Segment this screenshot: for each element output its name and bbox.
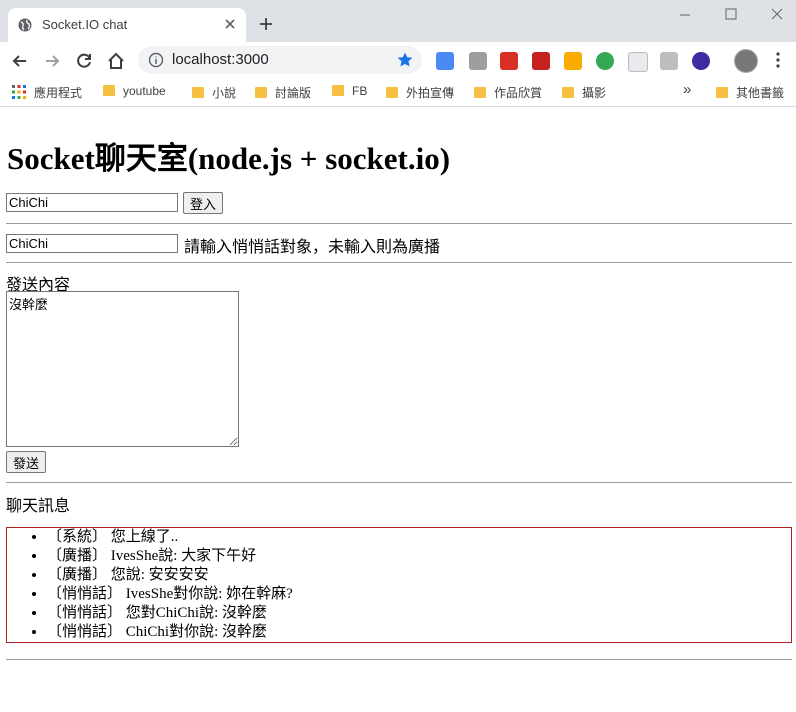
bookmark-works[interactable]: 作品欣賞: [474, 84, 542, 100]
folder-icon: [192, 87, 204, 98]
cast-extension-icon[interactable]: [469, 52, 487, 70]
download-extension-icon[interactable]: [692, 52, 710, 70]
reload-icon[interactable]: [74, 51, 94, 71]
divider: [6, 262, 792, 263]
bookmark-label: 討論版: [275, 86, 312, 100]
image-extension-icon[interactable]: [660, 52, 678, 70]
send-button[interactable]: 發送: [6, 451, 47, 473]
bookmark-label: 作品欣賞: [494, 86, 543, 100]
info-icon[interactable]: [148, 52, 164, 68]
back-icon[interactable]: [10, 51, 30, 71]
chat-message: 〔系統〕 您上線了..: [47, 528, 791, 547]
home-icon[interactable]: [106, 51, 126, 71]
tab-strip: Socket.IO chat: [0, 0, 796, 42]
folder-icon: [386, 87, 398, 98]
url-text: localhost:3000: [172, 51, 269, 68]
bookmark-fb[interactable]: FB: [332, 84, 367, 100]
bookmark-label: youtube: [123, 84, 166, 98]
bookmark-label: 小說: [212, 86, 237, 100]
pocket-extension-icon[interactable]: [628, 52, 648, 72]
folder-icon: [255, 87, 267, 98]
username-input[interactable]: [6, 193, 178, 212]
folder-icon: [562, 87, 574, 98]
bookmark-photo-promo[interactable]: 外拍宣傳: [386, 84, 454, 100]
bookmarks-bar: 應用程式 youtube 小說 討論版 FB 外拍宣傳 作品欣賞 攝影 » 其他…: [0, 78, 796, 107]
divider: [6, 659, 792, 660]
chat-page: Socket聊天室(node.js + socket.io) 登入 請輸入悄悄話…: [0, 107, 796, 712]
folder-icon: [103, 85, 115, 96]
pdf-extension-icon[interactable]: [532, 52, 550, 70]
chat-message: 〔悄悄話〕 您對ChiChi說: 沒幹麼: [47, 604, 791, 623]
whisper-target-input[interactable]: [6, 234, 178, 253]
bookmark-other[interactable]: 其他書籤: [716, 84, 784, 100]
close-window-icon[interactable]: [766, 6, 788, 24]
chat-message: 〔廣播〕 您說: 安安安安: [47, 566, 791, 585]
minimize-window-icon[interactable]: [674, 6, 696, 24]
bookmark-label: 外拍宣傳: [406, 86, 455, 100]
chat-messages-label: 聊天訊息: [6, 496, 71, 515]
page-title: Socket聊天室(node.js + socket.io): [7, 141, 451, 176]
bookmark-label: FB: [352, 84, 368, 98]
apps-grid-icon: [12, 85, 26, 99]
login-button[interactable]: 登入: [183, 192, 224, 214]
translate-extension-icon[interactable]: [436, 52, 454, 70]
chat-message: 〔悄悄話〕 ChiChi對你說: 沒幹麼: [47, 623, 791, 642]
chat-message-box: 〔系統〕 您上線了.. 〔廣播〕 IvesShe說: 大家下午好 〔廣播〕 您說…: [6, 527, 792, 643]
address-bar[interactable]: localhost:3000: [138, 46, 422, 74]
folder-icon: [332, 85, 344, 96]
profile-avatar[interactable]: [734, 49, 758, 73]
bookmark-photography[interactable]: 攝影: [562, 84, 606, 100]
folder-icon: [474, 87, 486, 98]
message-textarea[interactable]: 沒幹麼: [6, 291, 239, 447]
divider: [6, 482, 792, 483]
globe-icon: [18, 18, 32, 32]
nodejs-extension-icon[interactable]: [596, 52, 614, 70]
bookmark-label: 攝影: [582, 86, 607, 100]
tab-title: Socket.IO chat: [42, 17, 128, 32]
bookmark-label: 應用程式: [34, 86, 83, 100]
folder-icon: [716, 87, 728, 98]
chat-message: 〔廣播〕 IvesShe說: 大家下午好: [47, 547, 791, 566]
forward-icon[interactable]: [42, 51, 62, 71]
bookmark-forum[interactable]: 討論版: [255, 84, 311, 100]
browser-toolbar: localhost:3000: [0, 42, 796, 78]
bookmark-label: 其他書籤: [736, 86, 785, 100]
bookmarks-overflow-button[interactable]: »: [683, 81, 691, 98]
whisper-hint: 請輸入悄悄話對象，未輸入則為廣播: [184, 237, 441, 256]
bookmark-star-icon[interactable]: [396, 51, 414, 69]
bookmark-youtube[interactable]: youtube: [103, 84, 166, 100]
browser-tab[interactable]: Socket.IO chat: [8, 8, 246, 42]
bookmark-apps[interactable]: 應用程式: [12, 84, 82, 100]
chat-message: 〔悄悄話〕 IvesShe對你說: 妳在幹麻?: [47, 585, 791, 604]
close-tab-icon[interactable]: [222, 16, 238, 32]
chat-message-list: 〔系統〕 您上線了.. 〔廣播〕 IvesShe說: 大家下午好 〔廣播〕 您說…: [7, 528, 791, 642]
bookmark-novel[interactable]: 小說: [192, 84, 236, 100]
smart-extension-icon[interactable]: [564, 52, 582, 70]
new-tab-icon[interactable]: [258, 16, 274, 32]
maximize-window-icon[interactable]: [720, 6, 742, 24]
divider: [6, 223, 792, 224]
browser-menu-icon[interactable]: [772, 51, 784, 69]
s-extension-icon[interactable]: [500, 52, 518, 70]
